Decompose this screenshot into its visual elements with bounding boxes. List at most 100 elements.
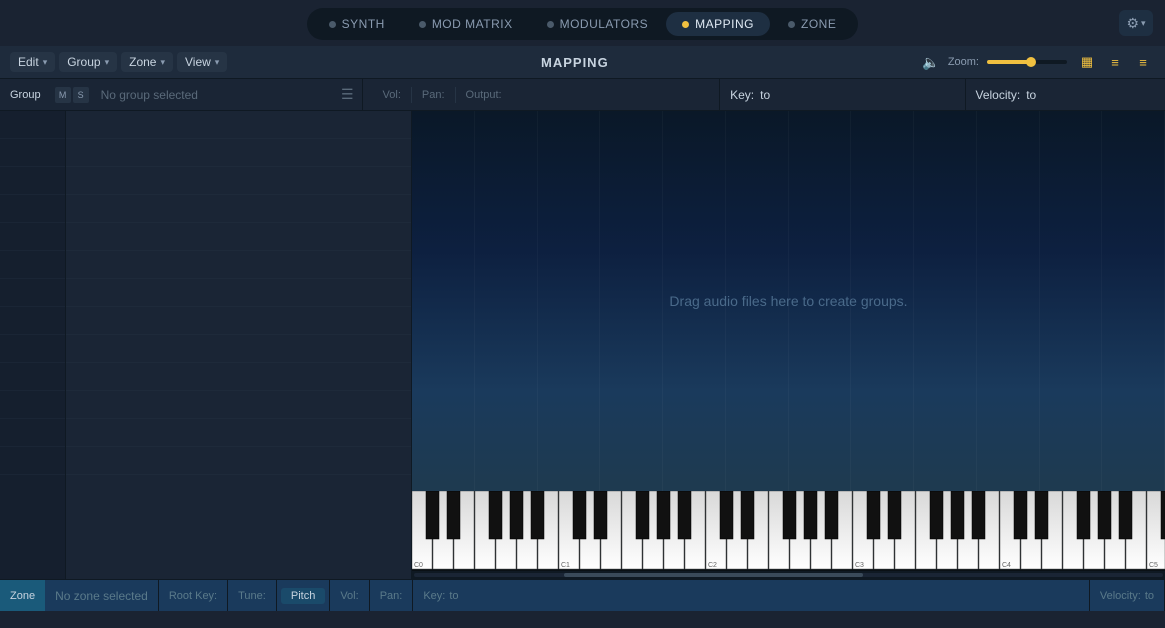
group-row-10 [66,363,411,391]
black-key-cs2[interactable] [720,491,733,539]
view-icons: ▦ ≡ ≡ [1075,52,1155,72]
group-bar: Group M S No group selected ☰ Vol: Pan: … [0,79,1165,111]
zone-root-key-field: Root Key: [158,580,227,611]
main-content: Drag audio files here to create groups. … [0,111,1165,579]
zone-key-to: to [449,590,458,602]
chevron-down-icon: ▾ [1141,18,1146,29]
toolbar-right: 🔈 Zoom: ▦ ≡ ≡ [922,52,1155,72]
black-key-fs3[interactable] [930,491,943,539]
black-key-as2[interactable] [825,491,838,539]
group-list [66,111,411,579]
black-key-as1[interactable] [678,491,691,539]
row-9 [0,335,65,363]
tab-modulators-dot [547,21,554,28]
group-velocity-label: Velocity: [976,88,1021,102]
zoom-slider[interactable] [987,60,1067,64]
group-row-1 [66,111,411,139]
black-key-cs4[interactable] [1014,491,1027,539]
tab-synth[interactable]: SYNTH [313,12,401,36]
edit-arrow-icon: ▾ [43,57,48,68]
mute-button[interactable]: M [55,87,71,103]
zone-bar-label: Zone [0,580,45,611]
row-6 [0,251,65,279]
zone-velocity-to: to [1145,590,1154,602]
black-key-gs3[interactable] [951,491,964,539]
zone-menu-button[interactable]: Zone ▾ [121,52,173,72]
right-panel: Drag audio files here to create groups. … [412,111,1165,579]
horizontal-scrollbar[interactable] [412,571,1165,579]
black-key-cs3[interactable] [867,491,880,539]
piano-line [1102,111,1165,491]
edit-menu-button[interactable]: Edit ▾ [10,52,55,72]
gear-button[interactable]: ⚙ ▾ [1119,10,1153,36]
black-key-cs5[interactable] [1161,491,1165,539]
zone-root-key-label: Root Key: [169,590,217,602]
list-view-button[interactable]: ≡ [1103,52,1127,72]
zone-arrow-icon: ▾ [160,57,165,68]
speaker-icon[interactable]: 🔈 [922,54,939,71]
black-key-ds1[interactable] [594,491,607,539]
group-row-5 [66,223,411,251]
piano-keyboard-container[interactable]: .wk { fill: url(#wkGrad); stroke: #555; … [412,491,1165,571]
black-key-ds3[interactable] [888,491,901,539]
black-key-gs4[interactable] [1098,491,1111,539]
black-key-gs1[interactable] [657,491,670,539]
black-key-cs1[interactable] [573,491,586,539]
black-key-cs0[interactable] [426,491,439,539]
group-row-8 [66,307,411,335]
black-key-as0[interactable] [531,491,544,539]
detail-view-button[interactable]: ≡ [1131,52,1155,72]
group-menu-button[interactable]: Group ▾ [59,52,117,72]
black-key-fs0[interactable] [489,491,502,539]
piano-keyboard-svg[interactable]: .wk { fill: url(#wkGrad); stroke: #555; … [412,491,1165,571]
zone-key-label: Key: [423,590,445,602]
piano-line [600,111,663,491]
group-mute-solo: M S [51,87,93,103]
zone-velocity-field: Velocity: to [1089,580,1165,611]
mapping-drop-area[interactable]: Drag audio files here to create groups. [412,111,1165,491]
group-output-label: Output: [466,89,502,101]
tab-synth-label: SYNTH [342,17,385,31]
zoom-label: Zoom: [948,56,979,68]
tab-modulators[interactable]: MODULATORS [531,12,665,36]
tab-mapping[interactable]: MAPPING [666,12,770,36]
group-velocity-to: to [1026,88,1036,102]
tab-mod-matrix[interactable]: MOD MATRIX [403,12,529,36]
row-1 [0,111,65,139]
black-key-fs1[interactable] [636,491,649,539]
black-key-ds2[interactable] [741,491,754,539]
detail-icon: ≡ [1139,55,1147,70]
left-panel-inner [0,111,411,579]
black-key-as3[interactable] [972,491,985,539]
black-key-fs2[interactable] [783,491,796,539]
view-menu-button[interactable]: View ▾ [177,52,227,72]
c0-label: C0 [414,562,423,569]
view-arrow-icon: ▾ [215,57,220,68]
row-8 [0,307,65,335]
zone-pitch-button[interactable]: Pitch [281,588,325,604]
group-bar-velocity: Velocity: to [965,79,1165,110]
black-key-fs4[interactable] [1077,491,1090,539]
black-key-ds0[interactable] [447,491,460,539]
zone-name: No zone selected [45,589,158,603]
group-key-label: Key: [730,88,754,102]
solo-button[interactable]: S [73,87,89,103]
scrollbar-thumb[interactable] [564,573,864,577]
black-key-gs0[interactable] [510,491,523,539]
group-label: Group [67,55,100,69]
piano-line [977,111,1040,491]
bar-view-button[interactable]: ▦ [1075,52,1099,72]
black-key-ds4[interactable] [1035,491,1048,539]
black-key-gs2[interactable] [804,491,817,539]
zone-pitch-field: Pitch [276,580,329,611]
row-11 [0,391,65,419]
row-4 [0,195,65,223]
tab-zone[interactable]: ZONE [772,12,852,36]
nav-tabs: SYNTH MOD MATRIX MODULATORS MAPPING ZONE [307,8,859,40]
row-5 [0,223,65,251]
black-key-as4[interactable] [1119,491,1132,539]
group-row-13 [66,447,411,475]
piano-line [1040,111,1103,491]
group-options-icon[interactable]: ☰ [333,86,362,103]
zone-tune-field: Tune: [227,580,276,611]
